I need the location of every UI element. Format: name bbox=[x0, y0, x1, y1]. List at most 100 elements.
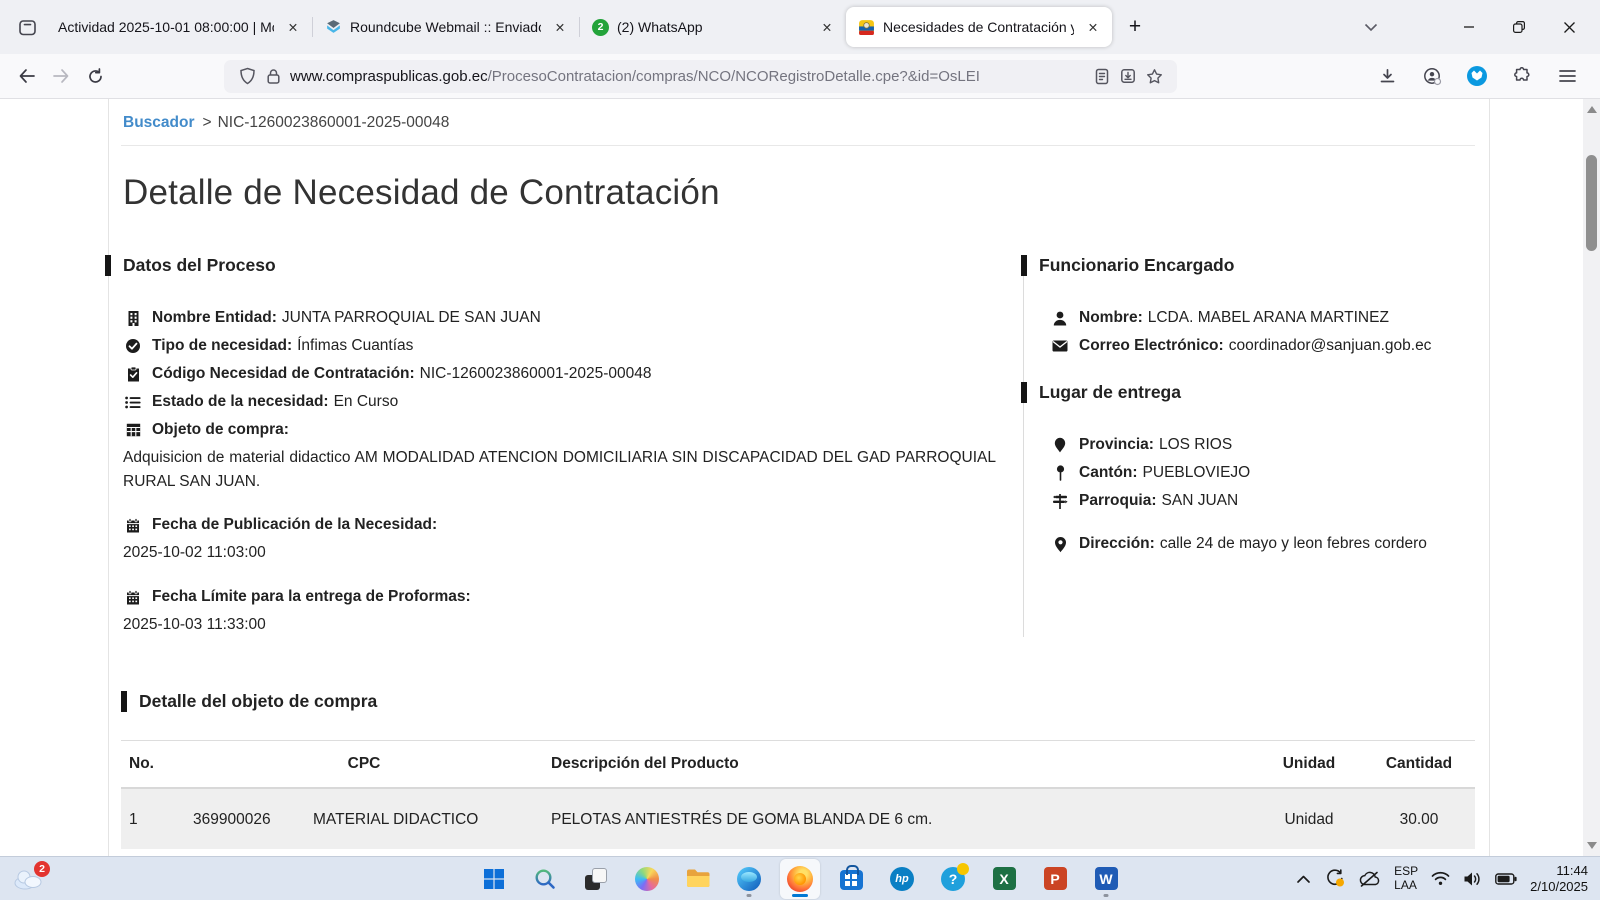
item-value: PUEBLOVIEJO bbox=[1143, 461, 1251, 485]
cell-unidad: Unidad bbox=[1255, 788, 1363, 849]
bookmark-star-icon[interactable] bbox=[1141, 63, 1167, 89]
tab-close-icon[interactable]: ✕ bbox=[549, 16, 571, 38]
powerpoint-button[interactable]: P bbox=[1035, 859, 1075, 899]
chevron-up-icon bbox=[1296, 874, 1311, 884]
new-tab-button[interactable]: + bbox=[1118, 10, 1152, 44]
copilot-button[interactable] bbox=[627, 859, 667, 899]
page-container: Buscador>NIC-1260023860001-2025-00048 De… bbox=[108, 99, 1490, 856]
start-button[interactable] bbox=[474, 859, 514, 899]
tab-close-icon[interactable]: ✕ bbox=[282, 16, 304, 38]
tab-title: Roundcube Webmail :: Enviados bbox=[350, 19, 541, 35]
save-page-icon[interactable] bbox=[1115, 63, 1141, 89]
volume-button[interactable] bbox=[1463, 871, 1482, 887]
scroll-up-arrow[interactable] bbox=[1587, 106, 1597, 113]
file-explorer-button[interactable] bbox=[678, 859, 718, 899]
extensions-button[interactable] bbox=[1505, 59, 1539, 93]
item-value: En Curso bbox=[334, 390, 399, 414]
deadline-date-value: 2025-10-03 11:33:00 bbox=[123, 613, 1023, 637]
table-row: 1 369900026 MATERIAL DIDACTICO PELOTAS A… bbox=[121, 788, 1475, 849]
battery-button[interactable] bbox=[1495, 873, 1517, 885]
language-line2: LAA bbox=[1394, 879, 1418, 893]
back-button[interactable] bbox=[10, 59, 44, 93]
relay-extension-button[interactable] bbox=[1460, 59, 1494, 93]
minimize-icon bbox=[1463, 21, 1475, 33]
edge-button[interactable] bbox=[729, 859, 769, 899]
item-value: SAN JUAN bbox=[1162, 489, 1239, 513]
task-view-icon bbox=[585, 868, 607, 890]
tab-whatsapp[interactable]: 2 (2) WhatsApp ✕ bbox=[580, 7, 846, 47]
scroll-down-arrow[interactable] bbox=[1587, 842, 1597, 849]
tab-close-icon[interactable]: ✕ bbox=[1082, 16, 1104, 38]
help-icon: ? bbox=[941, 867, 965, 891]
folder-icon bbox=[686, 868, 711, 889]
restore-button[interactable] bbox=[1494, 0, 1544, 54]
section-bar bbox=[1021, 255, 1027, 276]
word-button[interactable]: W bbox=[1086, 859, 1126, 899]
tray-onedrive-button[interactable] bbox=[1358, 871, 1381, 887]
download-icon bbox=[1379, 68, 1396, 85]
language-line1: ESP bbox=[1394, 865, 1418, 879]
ecuador-crest-icon bbox=[858, 19, 875, 36]
get-help-button[interactable]: ? bbox=[933, 859, 973, 899]
delivery-detail-list: Provincia: LOS RIOS Cantón: PUEBLOVIEJO … bbox=[1048, 433, 1475, 556]
forward-button[interactable] bbox=[44, 59, 78, 93]
tray-show-hidden-button[interactable] bbox=[1296, 874, 1311, 884]
reader-view-icon[interactable] bbox=[1089, 63, 1115, 89]
word-icon: W bbox=[1095, 867, 1118, 890]
column-header-unidad: Unidad bbox=[1255, 741, 1363, 789]
tab-title: Actividad 2025-10-01 08:00:00 | Mo bbox=[58, 19, 274, 35]
firefox-view-button[interactable] bbox=[8, 9, 46, 45]
microsoft-store-button[interactable] bbox=[831, 859, 871, 899]
list-item: Tipo de necesidad: Ínfimas Cuantías bbox=[123, 334, 1023, 358]
task-view-button[interactable] bbox=[576, 859, 616, 899]
list-item: Objeto de compra: bbox=[123, 418, 1023, 442]
clock[interactable]: 11:44 2/10/2025 bbox=[1530, 863, 1588, 895]
shield-icon[interactable] bbox=[234, 63, 260, 89]
downloads-button[interactable] bbox=[1370, 59, 1404, 93]
puzzle-icon bbox=[1513, 67, 1531, 85]
item-value: JUNTA PARROQUIAL DE SAN JUAN bbox=[282, 306, 541, 330]
breadcrumb: Buscador>NIC-1260023860001-2025-00048 bbox=[121, 99, 1475, 146]
vertical-scrollbar[interactable] bbox=[1583, 99, 1600, 856]
search-button[interactable] bbox=[525, 859, 565, 899]
section-heading-delivery: Lugar de entrega bbox=[1048, 382, 1475, 403]
column-header-descripcion: Descripción del Producto bbox=[543, 741, 1255, 789]
scrollbar-thumb[interactable] bbox=[1586, 155, 1597, 251]
widgets-weather-button[interactable]: 2 bbox=[12, 859, 64, 899]
cell-no: 1 bbox=[121, 788, 185, 849]
section-heading-label: Funcionario Encargado bbox=[1039, 255, 1234, 276]
firefox-button-active[interactable] bbox=[780, 859, 820, 899]
wifi-button[interactable] bbox=[1431, 871, 1450, 886]
language-indicator[interactable]: ESP LAA bbox=[1394, 865, 1418, 892]
excel-icon: X bbox=[993, 867, 1016, 890]
roundcube-icon bbox=[325, 19, 342, 36]
url-bar[interactable]: www.compraspublicas.gob.ec/ProcesoContra… bbox=[224, 60, 1177, 93]
hp-icon: hp bbox=[890, 867, 914, 891]
tab-close-icon[interactable]: ✕ bbox=[816, 16, 838, 38]
item-label: Estado de la necesidad: bbox=[152, 390, 329, 414]
item-label: Correo Electrónico: bbox=[1079, 334, 1224, 358]
lock-icon[interactable] bbox=[260, 63, 286, 89]
time-text: 11:44 bbox=[1530, 863, 1588, 879]
item-label: Fecha de Publicación de la Necesidad: bbox=[152, 513, 437, 537]
hp-app-button[interactable]: hp bbox=[882, 859, 922, 899]
tray-update-button[interactable] bbox=[1324, 869, 1345, 888]
tab-roundcube[interactable]: Roundcube Webmail :: Enviados ✕ bbox=[313, 7, 579, 47]
minimize-button[interactable] bbox=[1444, 0, 1494, 54]
cell-cantidad: 30.00 bbox=[1363, 788, 1475, 849]
menu-button[interactable] bbox=[1550, 59, 1584, 93]
list-item: Dirección: calle 24 de mayo y leon febre… bbox=[1050, 532, 1475, 556]
reload-button[interactable] bbox=[78, 59, 112, 93]
excel-button[interactable]: X bbox=[984, 859, 1024, 899]
account-button[interactable] bbox=[1415, 59, 1449, 93]
column-header-no: No. bbox=[121, 741, 185, 789]
tab-actividad[interactable]: Actividad 2025-10-01 08:00:00 | Mo ✕ bbox=[46, 7, 312, 47]
breadcrumb-link-buscador[interactable]: Buscador bbox=[123, 114, 195, 131]
list-all-tabs-button[interactable] bbox=[1354, 10, 1388, 44]
close-window-button[interactable] bbox=[1544, 0, 1594, 54]
section-heading-detail: Detalle del objeto de compra bbox=[121, 691, 1475, 712]
item-value: NIC-1260023860001-2025-00048 bbox=[420, 362, 652, 386]
tab-necesidades-active[interactable]: Necesidades de Contratación y ✕ bbox=[846, 7, 1112, 47]
section-heading-label: Detalle del objeto de compra bbox=[139, 691, 377, 712]
right-column: Funcionario Encargado Nombre: LCDA. MABE… bbox=[1023, 255, 1475, 637]
